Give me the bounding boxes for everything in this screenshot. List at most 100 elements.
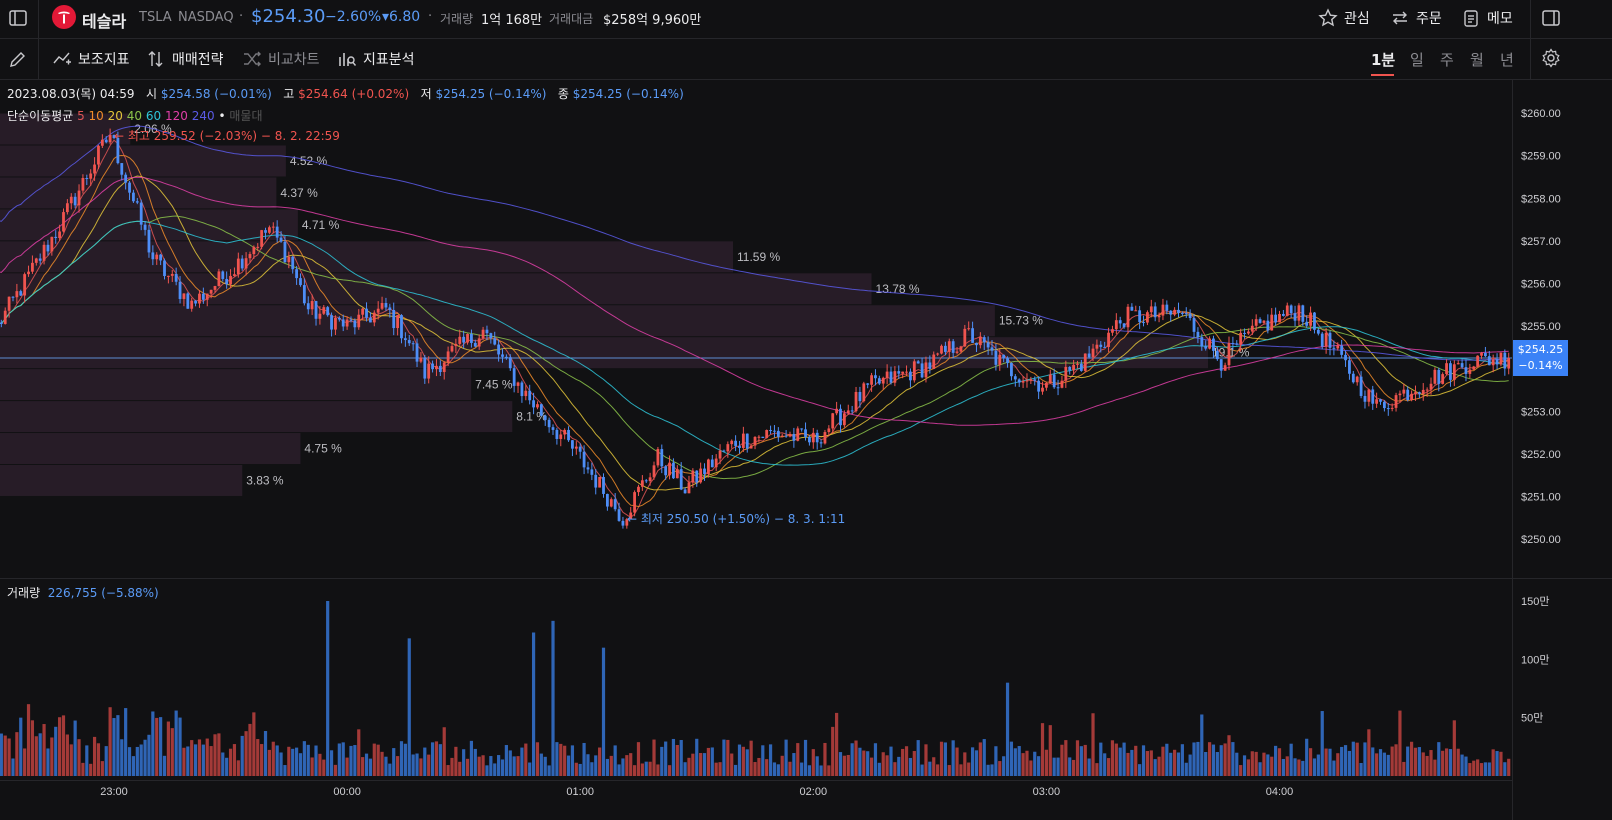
volume-bar — [244, 731, 248, 776]
volume-bar — [1351, 741, 1355, 776]
volume-bar — [1145, 751, 1150, 776]
candle-body — [936, 353, 940, 355]
volume-bar — [3, 735, 7, 776]
volume-bar — [702, 753, 707, 776]
volume-bar — [1340, 746, 1344, 776]
volume-bar — [170, 728, 174, 776]
volume-bar — [1060, 744, 1064, 776]
volume-bar — [294, 747, 299, 776]
candle-body — [640, 480, 644, 487]
memo-button[interactable]: 메모 — [1461, 8, 1513, 28]
candle-body — [411, 343, 415, 345]
volume-bar — [236, 760, 240, 776]
candle-body — [271, 226, 275, 228]
volume-bar — [955, 747, 959, 776]
volume-bar — [147, 734, 151, 776]
candle-body — [1301, 305, 1305, 322]
volume-bar — [337, 743, 341, 776]
volume-bar — [1343, 745, 1348, 776]
volume-bar — [570, 745, 575, 776]
candle-body — [50, 236, 54, 252]
volume-bar — [1040, 723, 1045, 776]
volume-bar — [897, 756, 901, 776]
candle-body — [341, 319, 345, 327]
volume-profile-label: 7.45 % — [475, 378, 513, 392]
volume-bar — [143, 739, 147, 776]
candle-body — [815, 432, 819, 443]
timeframe-1min[interactable]: 1분 — [1371, 49, 1395, 70]
candle-body — [765, 430, 769, 438]
candle-body — [629, 512, 633, 520]
volume-bar — [61, 715, 66, 776]
volume-bar — [263, 731, 268, 776]
candle-body — [1270, 314, 1274, 331]
candle-body — [1107, 332, 1110, 347]
volume-bar — [1091, 713, 1095, 776]
candle-body — [194, 300, 197, 304]
volume-bar — [652, 739, 656, 776]
strategy-button[interactable]: 매매전략 — [146, 49, 224, 69]
settings-gear-icon[interactable] — [1541, 48, 1561, 68]
volume-bar — [730, 753, 734, 776]
timeframe-year[interactable]: 년 — [1500, 49, 1514, 70]
analysis-button[interactable]: 지표분석 — [337, 49, 415, 69]
price-chart[interactable]: 2.06 %4.52 %4.37 %4.71 %11.59 %13.78 %15… — [0, 80, 1612, 820]
candle-body — [275, 226, 279, 238]
volume-bar — [23, 748, 27, 776]
volume-bar — [50, 737, 54, 776]
volume-bar — [1336, 753, 1340, 776]
volume-bar — [1355, 742, 1359, 776]
sidebar-toggle-icon[interactable] — [8, 8, 28, 28]
timeframe-month[interactable]: 월 — [1470, 49, 1484, 70]
candle-body — [1079, 363, 1083, 371]
volume-bar — [990, 764, 994, 776]
candle-body — [796, 428, 800, 441]
candle-body — [427, 363, 431, 379]
panel-toggle-icon[interactable] — [1541, 8, 1561, 28]
volume-bar — [823, 742, 827, 776]
candle-body — [1227, 343, 1231, 366]
volume-bar — [695, 738, 699, 776]
candle-body — [745, 433, 749, 449]
candle-body — [943, 345, 947, 352]
candle-body — [1111, 329, 1114, 333]
candle-body — [637, 486, 640, 493]
candle-body — [1421, 389, 1425, 394]
timeframe-day[interactable]: 일 — [1410, 49, 1424, 70]
volume-bar — [1242, 755, 1247, 776]
candle-body — [1309, 312, 1312, 326]
volume-bar — [1277, 748, 1282, 776]
volume-bar — [528, 762, 532, 776]
candle-body — [446, 351, 450, 363]
candle-body — [1344, 354, 1347, 361]
volume-bar — [1068, 757, 1072, 776]
candle-body — [784, 435, 788, 437]
candle-body — [1196, 331, 1200, 338]
volume-bar — [364, 753, 369, 776]
pencil-icon[interactable] — [8, 49, 28, 69]
candle-body — [1215, 350, 1219, 360]
candle-body — [295, 269, 298, 279]
candle-body — [819, 442, 823, 444]
volume-bar — [26, 704, 31, 776]
candle-body — [780, 435, 784, 437]
volume-bar — [380, 751, 384, 776]
candle-body — [1278, 313, 1281, 323]
volume-bar — [1138, 764, 1142, 776]
volume-bar — [232, 744, 237, 776]
tesla-logo-icon — [52, 5, 76, 29]
watch-button[interactable]: 관심 — [1318, 8, 1370, 28]
volume-bar — [1002, 756, 1006, 776]
volume-bar — [1266, 754, 1270, 776]
volume-profile-bar — [0, 369, 472, 401]
indicators-button[interactable]: 보조지표 — [52, 49, 130, 69]
compare-button[interactable]: 비교차트 — [242, 49, 320, 69]
volume-bar — [683, 762, 687, 776]
candle-body — [648, 477, 652, 482]
candle-body — [69, 196, 73, 204]
volume-bar — [1468, 763, 1472, 776]
volume-bar — [784, 739, 788, 776]
timeframe-week[interactable]: 주 — [1440, 49, 1454, 70]
order-button[interactable]: 주문 — [1390, 8, 1442, 28]
volume-bar — [260, 744, 264, 776]
